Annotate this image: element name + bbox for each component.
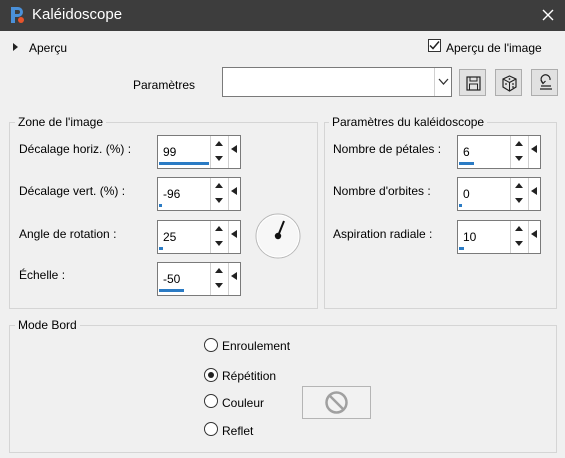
radio-color[interactable] [204, 394, 218, 408]
vert-offset-label: Décalage vert. (%) : [19, 184, 126, 198]
radial-suction-slider-button[interactable] [528, 221, 541, 253]
arrow-up-icon [515, 226, 523, 231]
rotation-angle-slider-button[interactable] [228, 221, 241, 253]
save-preset-button[interactable] [459, 69, 486, 96]
vert-offset-slider-button[interactable] [228, 178, 241, 210]
no-entry-icon [325, 391, 348, 414]
arrow-up-icon [215, 268, 223, 273]
image-zone-legend: Zone de l'image [15, 115, 107, 129]
preview-image-label[interactable]: Aperçu de l'image [446, 41, 542, 55]
presets-dropdown[interactable] [222, 67, 452, 97]
slider-icon [531, 230, 537, 238]
orbits-slider-button[interactable] [528, 178, 541, 210]
horiz-offset-slider-fill [159, 162, 209, 165]
rotation-angle-slider-fill [159, 247, 163, 250]
scale-stepper[interactable] [210, 263, 227, 295]
window-title: Kaléidoscope [32, 6, 123, 23]
rotation-angle-value[interactable]: 25 [163, 230, 176, 244]
radio-wrap[interactable] [204, 338, 218, 352]
arrow-up-icon [215, 226, 223, 231]
title-bar: Kaléidoscope [0, 0, 565, 31]
rotation-dial-icon [255, 213, 301, 259]
petals-value[interactable]: 6 [463, 145, 470, 159]
vert-offset-stepper[interactable] [210, 178, 227, 210]
radio-repeat[interactable] [204, 368, 218, 382]
scale-slider-fill [159, 289, 184, 292]
petals-label: Nombre de pétales : [333, 142, 442, 156]
slider-icon [231, 230, 237, 238]
slider-icon [531, 187, 537, 195]
orbits-value[interactable]: 0 [463, 187, 470, 201]
slider-icon [531, 145, 537, 153]
color-swatch-button[interactable] [302, 386, 371, 419]
chevron-down-icon [434, 68, 451, 96]
rotation-dial[interactable] [254, 212, 302, 260]
orbits-label: Nombre d'orbites : [333, 184, 431, 198]
kaleidoscope-legend: Paramètres du kaléidoscope [329, 115, 488, 129]
arrow-down-icon [515, 241, 523, 246]
arrow-up-icon [215, 183, 223, 188]
reset-icon [540, 74, 552, 90]
radial-suction-field[interactable]: 10 [457, 220, 541, 254]
slider-icon [231, 145, 237, 153]
radio-reflect-label[interactable]: Reflet [222, 424, 253, 438]
petals-stepper[interactable] [510, 136, 527, 168]
arrow-up-icon [515, 183, 523, 188]
radial-suction-slider-fill [459, 247, 464, 250]
randomize-button[interactable] [495, 69, 522, 96]
scale-slider-button[interactable] [228, 263, 241, 295]
petals-slider-button[interactable] [528, 136, 541, 168]
vert-offset-value[interactable]: -96 [163, 187, 180, 201]
scale-label: Échelle : [19, 268, 66, 282]
edge-mode-legend: Mode Bord [15, 318, 80, 332]
orbits-slider-fill [459, 204, 462, 207]
rotation-angle-stepper[interactable] [210, 221, 227, 253]
radio-wrap-label[interactable]: Enroulement [222, 339, 290, 353]
reset-button[interactable] [531, 69, 558, 96]
close-icon [542, 9, 554, 21]
arrow-up-icon [215, 141, 223, 146]
slider-icon [231, 187, 237, 195]
horiz-offset-label: Décalage horiz. (%) : [19, 142, 132, 156]
orbits-field[interactable]: 0 [457, 177, 541, 211]
arrow-down-icon [515, 198, 523, 203]
vert-offset-slider-fill [159, 204, 162, 207]
radial-suction-stepper[interactable] [510, 221, 527, 253]
radial-suction-label: Aspiration radiale : [333, 227, 433, 241]
save-preset-icon [466, 76, 481, 91]
rotation-angle-label: Angle de rotation : [19, 227, 117, 241]
radial-suction-value[interactable]: 10 [463, 230, 476, 244]
horiz-offset-slider-button[interactable] [228, 136, 241, 168]
radio-reflect[interactable] [204, 422, 218, 436]
radio-color-label[interactable]: Couleur [222, 396, 264, 410]
arrow-down-icon [215, 283, 223, 288]
close-button[interactable] [533, 2, 563, 28]
expand-preview-icon[interactable] [13, 43, 18, 51]
arrow-down-icon [215, 156, 223, 161]
petals-slider-fill [459, 162, 474, 165]
checkmark-icon [429, 41, 440, 50]
randomize-dice-icon [502, 75, 517, 92]
arrow-up-icon [515, 141, 523, 146]
vert-offset-field[interactable]: -96 [157, 177, 241, 211]
scale-field[interactable]: -50 [157, 262, 241, 296]
rotation-angle-field[interactable]: 25 [157, 220, 241, 254]
orbits-stepper[interactable] [510, 178, 527, 210]
presets-label: Paramètres [133, 78, 196, 92]
paintshop-pro-icon [8, 6, 26, 24]
arrow-down-icon [515, 156, 523, 161]
horiz-offset-stepper[interactable] [210, 136, 227, 168]
preview-image-checkbox[interactable] [428, 39, 441, 52]
radio-repeat-label[interactable]: Répétition [222, 369, 276, 383]
arrow-down-icon [215, 241, 223, 246]
slider-icon [231, 272, 237, 280]
horiz-offset-value[interactable]: 99 [163, 145, 176, 159]
arrow-down-icon [215, 198, 223, 203]
preview-toggle-label[interactable]: Aperçu [29, 41, 67, 55]
petals-field[interactable]: 6 [457, 135, 541, 169]
horiz-offset-field[interactable]: 99 [157, 135, 241, 169]
scale-value[interactable]: -50 [163, 272, 180, 286]
